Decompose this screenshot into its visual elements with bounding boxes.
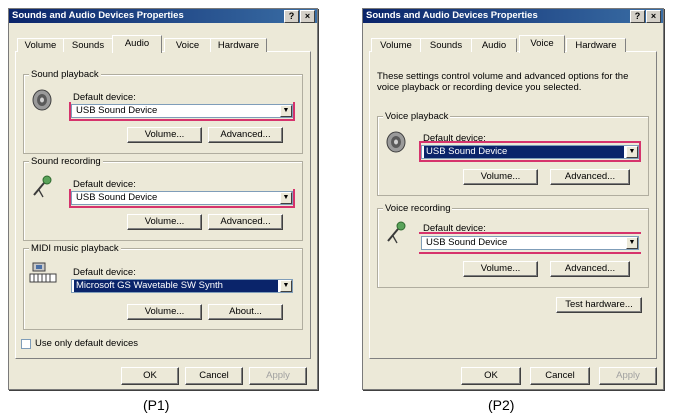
dialog-voice: Sounds and Audio Devices Properties ? × …	[362, 8, 664, 390]
highlight-underline	[419, 141, 641, 143]
microphone-icon	[387, 221, 406, 244]
advanced-button[interactable]: Advanced...	[550, 261, 630, 277]
advanced-button[interactable]: Advanced...	[208, 214, 283, 230]
tab-hardware[interactable]: Hardware	[210, 38, 267, 52]
dialog-audio: Sounds and Audio Devices Properties ? × …	[8, 8, 318, 390]
cancel-button[interactable]: Cancel	[530, 367, 590, 385]
advanced-button[interactable]: Advanced...	[208, 127, 283, 143]
tab-volume[interactable]: Volume	[371, 38, 421, 52]
voice-description: These settings control volume and advanc…	[377, 71, 629, 93]
highlight-underline	[69, 119, 295, 121]
help-button[interactable]: ?	[630, 10, 645, 23]
tab-hardware[interactable]: Hardware	[566, 38, 626, 52]
chevron-down-icon[interactable]: ▼	[280, 280, 292, 292]
microphone-icon	[33, 175, 52, 198]
volume-button[interactable]: Volume...	[127, 127, 202, 143]
voice-recording-select[interactable]: USB Sound Device ▼	[421, 236, 639, 250]
highlight-underline	[419, 252, 641, 254]
group-title: Voice playback	[383, 111, 451, 122]
tab-strip: Volume Sounds Audio Voice Hardware	[369, 35, 657, 53]
use-default-checkbox[interactable]	[21, 339, 31, 349]
default-device-label: Default device:	[73, 267, 136, 278]
ok-button[interactable]: OK	[121, 367, 179, 385]
about-button[interactable]: About...	[208, 304, 283, 320]
highlight-underline	[419, 232, 641, 234]
close-button[interactable]: ×	[646, 10, 661, 23]
select-value: Microsoft GS Wavetable SW Synth	[74, 280, 278, 292]
tab-volume[interactable]: Volume	[17, 38, 64, 52]
window-title: Sounds and Audio Devices Properties	[12, 10, 184, 21]
ok-button[interactable]: OK	[461, 367, 521, 385]
tab-sounds[interactable]: Sounds	[63, 38, 113, 52]
advanced-button[interactable]: Advanced...	[550, 169, 630, 185]
volume-button[interactable]: Volume...	[127, 304, 202, 320]
title-bar: Sounds and Audio Devices Properties ? ×	[9, 9, 317, 23]
tab-strip: Volume Sounds Audio Voice Hardware	[15, 35, 311, 53]
volume-button[interactable]: Volume...	[463, 169, 538, 185]
window-title: Sounds and Audio Devices Properties	[366, 10, 538, 21]
title-bar: Sounds and Audio Devices Properties ? ×	[363, 9, 663, 23]
select-value: USB Sound Device	[426, 237, 508, 248]
speaker-icon	[386, 131, 406, 153]
highlight-underline	[419, 160, 641, 162]
tab-sounds[interactable]: Sounds	[420, 38, 472, 52]
group-title: Sound playback	[29, 69, 101, 80]
group-title: Sound recording	[29, 156, 103, 167]
volume-button[interactable]: Volume...	[127, 214, 202, 230]
test-hardware-button[interactable]: Test hardware...	[556, 297, 642, 313]
tab-audio[interactable]: Audio	[112, 35, 162, 53]
group-title: Voice recording	[383, 203, 453, 214]
midi-playback-select[interactable]: Microsoft GS Wavetable SW Synth ▼	[71, 279, 293, 293]
caption-p2: (P2)	[488, 397, 515, 413]
apply-button[interactable]: Apply	[599, 367, 657, 385]
chevron-down-icon[interactable]: ▼	[626, 237, 638, 249]
tab-voice[interactable]: Voice	[519, 35, 565, 53]
tab-voice[interactable]: Voice	[164, 38, 211, 52]
caption-p1: (P1)	[143, 397, 170, 413]
tab-audio[interactable]: Audio	[471, 38, 517, 52]
highlight-underline	[69, 206, 295, 208]
midi-keyboard-icon	[29, 262, 57, 283]
close-button[interactable]: ×	[300, 10, 315, 23]
highlight-mark	[69, 189, 295, 207]
use-default-label: Use only default devices	[35, 338, 138, 349]
volume-button[interactable]: Volume...	[463, 261, 538, 277]
apply-button[interactable]: Apply	[249, 367, 307, 385]
cancel-button[interactable]: Cancel	[185, 367, 243, 385]
highlight-mark	[419, 143, 641, 161]
speaker-icon	[32, 89, 52, 111]
highlight-mark	[69, 102, 295, 120]
help-button[interactable]: ?	[284, 10, 299, 23]
group-title: MIDI music playback	[29, 243, 121, 254]
